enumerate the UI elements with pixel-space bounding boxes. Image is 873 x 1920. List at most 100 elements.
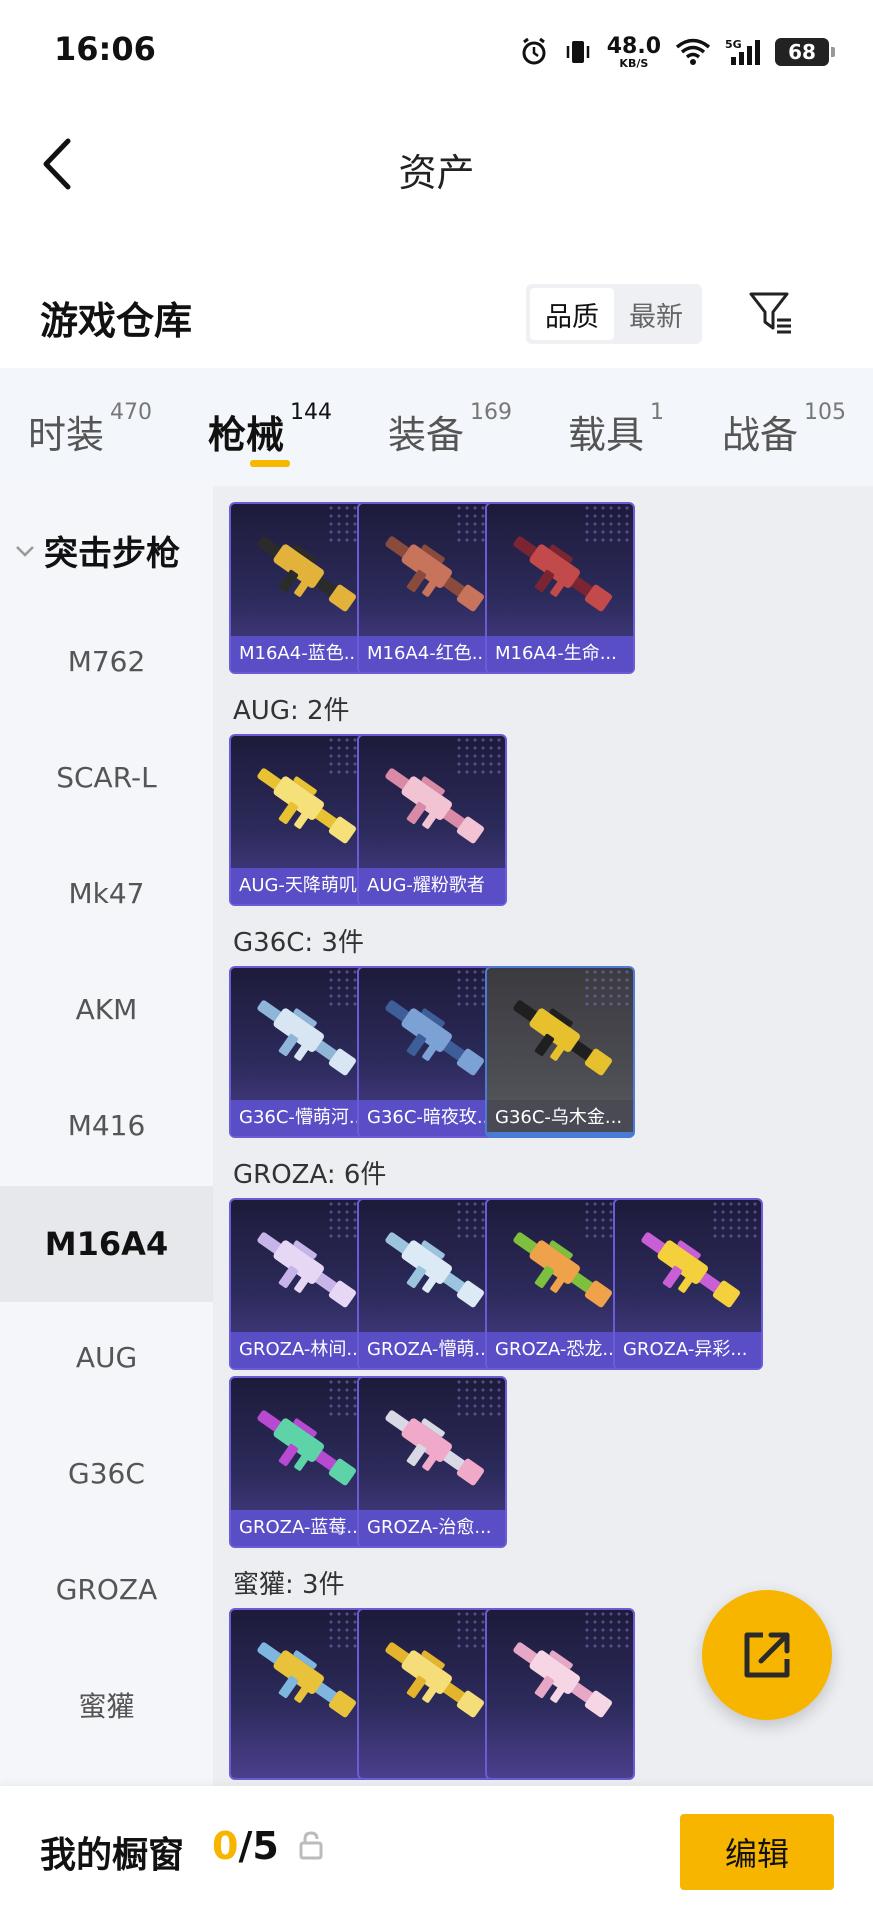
tab-count: 144 — [290, 400, 333, 425]
weapon-skin-image — [257, 1410, 357, 1486]
weapon-skin-name: G36C-暗夜玫... — [359, 1100, 505, 1136]
sort-newest-button[interactable]: 最新 — [614, 288, 698, 340]
section-title: G36C: 3件 — [233, 928, 364, 958]
tab-vehicles[interactable]: 载具 1 — [568, 400, 664, 459]
showcase-count: 0/5 — [212, 1824, 279, 1868]
weapon-skin-image — [385, 1000, 485, 1076]
share-button[interactable] — [702, 1590, 832, 1720]
weapon-skin-name: G36C-懵萌河... — [231, 1100, 377, 1136]
weapon-skin-image — [257, 1642, 357, 1718]
sidebar-item-mk47[interactable]: Mk47 — [0, 838, 213, 948]
weapon-skin-image — [385, 1410, 485, 1486]
weapon-skin-image — [385, 1232, 485, 1308]
weapon-skin-name: AUG-耀粉歌者 — [359, 868, 505, 904]
weapon-skin-image — [641, 1232, 741, 1308]
weapon-skin-image — [385, 1642, 485, 1718]
weapon-skin-card[interactable]: GROZA-异彩... — [613, 1198, 763, 1370]
header: 资产 — [0, 104, 873, 224]
weapon-skin-name: AUG-天降萌叽 — [231, 868, 377, 904]
warehouse-header: 游戏仓库 品质 最新 — [0, 268, 873, 358]
weapon-skin-image — [513, 1232, 613, 1308]
showcase-current: 0 — [212, 1824, 239, 1868]
page-title: 资产 — [398, 151, 475, 195]
status-time: 16:06 — [54, 30, 156, 68]
tab-label: 时装 — [28, 413, 105, 457]
tab-fashion[interactable]: 时装 470 — [28, 400, 152, 459]
wifi-icon — [675, 38, 711, 65]
alarm-icon — [522, 37, 546, 65]
tab-label: 载具 — [568, 413, 645, 457]
section-title: AUG: 2件 — [233, 696, 350, 726]
sidebar-group-label: 突击步枪 — [44, 534, 180, 574]
sort-toggle: 品质 最新 — [526, 284, 702, 344]
weapon-skin-image — [385, 536, 485, 612]
warehouse-title: 游戏仓库 — [40, 299, 193, 343]
sidebar-item-scar-l[interactable]: SCAR-L — [0, 722, 213, 832]
weapon-skin-name: GROZA-蓝莓... — [231, 1510, 377, 1546]
sidebar-group-assault-rifles[interactable]: 突击步枪 — [14, 526, 180, 575]
weapon-skin-card[interactable]: AUG-耀粉歌者 — [357, 734, 507, 906]
share-icon — [744, 1632, 790, 1678]
weapon-skin-image — [385, 768, 485, 844]
weapon-skin-name: GROZA-懵萌... — [359, 1332, 505, 1368]
weapon-skin-image — [257, 768, 357, 844]
network-speed-value: 48.0 — [606, 33, 661, 59]
tab-equipment[interactable]: 装备 169 — [388, 400, 512, 459]
sidebar-item-m762[interactable]: M762 — [0, 606, 213, 716]
tab-label: 枪械 — [208, 413, 285, 457]
weapon-skin-card[interactable] — [485, 1608, 635, 1780]
weapon-skin-image — [257, 536, 357, 612]
battery-icon: 68 — [775, 38, 835, 66]
sidebar-item-honey-badger[interactable]: 蜜獾 — [0, 1650, 213, 1760]
weapon-skin-name: GROZA-恐龙... — [487, 1332, 633, 1368]
weapon-skin-name: G36C-乌木金... — [487, 1100, 633, 1136]
sidebar-item-g36c[interactable]: G36C — [0, 1418, 213, 1528]
weapon-skin-name: M16A4-生命... — [487, 636, 633, 672]
showcase-label: 我的橱窗 — [40, 1835, 185, 1876]
cellular-signal-icon: 5G — [725, 38, 760, 65]
svg-text:5G: 5G — [725, 38, 742, 51]
weapon-skin-image — [513, 1000, 613, 1076]
weapon-skin-name: GROZA-林间... — [231, 1332, 377, 1368]
tab-count: 470 — [110, 400, 153, 425]
lock-icon — [299, 1831, 323, 1860]
showcase-separator: / — [238, 1824, 253, 1868]
weapon-skin-image — [513, 1642, 613, 1718]
sidebar-item-m416[interactable]: M416 — [0, 1070, 213, 1180]
chevron-down-icon — [16, 545, 34, 557]
active-tab-indicator — [250, 460, 290, 467]
weapon-skin-image — [257, 1232, 357, 1308]
weapon-skin-name: M16A4-红色... — [359, 636, 505, 672]
showcase-max: 5 — [252, 1824, 279, 1868]
category-tabs: 时装 470 枪械 144 装备 169 载具 1 战备 105 — [0, 368, 873, 486]
filter-icon[interactable] — [746, 284, 796, 340]
edit-button[interactable]: 编辑 — [680, 1814, 834, 1890]
weapon-skin-card[interactable]: M16A4-生命... — [485, 502, 635, 674]
sidebar-item-groza[interactable]: GROZA — [0, 1534, 213, 1644]
sidebar-item-akm[interactable]: AKM — [0, 954, 213, 1064]
tab-count: 1 — [650, 400, 665, 425]
tab-label: 装备 — [388, 413, 465, 457]
status-bar: 16:06 48.0 KB/S 5G 68 — [0, 0, 873, 104]
sidebar-item-aug[interactable]: AUG — [0, 1302, 213, 1412]
weapon-skin-card[interactable]: G36C-乌木金... — [485, 966, 635, 1138]
tab-count: 105 — [804, 400, 847, 425]
weapon-skin-name: GROZA-异彩... — [615, 1332, 761, 1368]
tab-guns[interactable]: 枪械 144 — [208, 400, 332, 459]
status-icons: 48.0 KB/S 5G 68 — [519, 30, 835, 74]
battery-level: 68 — [788, 40, 816, 64]
weapon-skin-name: GROZA-治愈... — [359, 1510, 505, 1546]
network-speed: 48.0 KB/S — [606, 33, 661, 70]
sidebar-item-m16a4[interactable]: M16A4 — [0, 1186, 213, 1302]
weapon-skin-image — [513, 536, 613, 612]
vibrate-icon — [566, 41, 589, 63]
tab-supplies[interactable]: 战备 105 — [722, 400, 846, 459]
section-title: 蜜獾: 3件 — [233, 1570, 345, 1600]
sort-quality-button[interactable]: 品质 — [530, 288, 614, 340]
tab-label: 战备 — [722, 413, 799, 457]
network-speed-unit: KB/S — [619, 56, 649, 70]
tab-count: 169 — [470, 400, 513, 425]
weapon-skin-image — [257, 1000, 357, 1076]
weapon-skin-card[interactable]: GROZA-治愈... — [357, 1376, 507, 1548]
section-title: GROZA: 6件 — [233, 1160, 387, 1190]
